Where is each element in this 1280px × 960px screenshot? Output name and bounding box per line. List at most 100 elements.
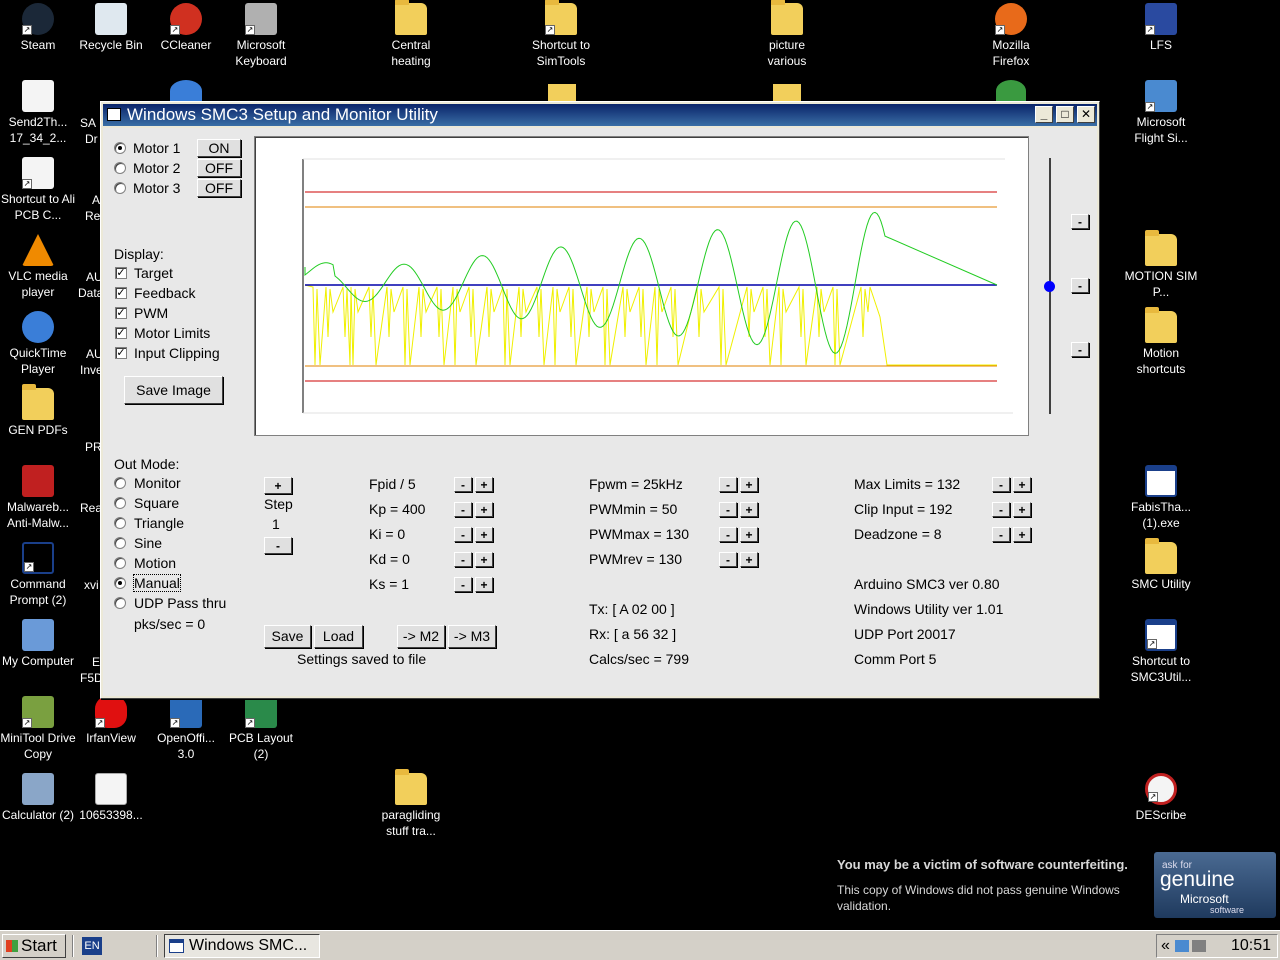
desktop-icon-paragliding[interactable]: paragliding stuff tra... bbox=[373, 769, 449, 839]
pwm-checkbox[interactable]: ✓ bbox=[115, 307, 127, 319]
input-clipping-checkbox[interactable]: ✓ bbox=[115, 347, 127, 359]
desktop-icon-ali-pcb[interactable]: ↗ Shortcut to Ali PCB C... bbox=[0, 157, 76, 223]
desktop-icon-openoffice[interactable]: ↗ OpenOffi... 3.0 bbox=[148, 696, 224, 762]
desktop-icon-command-prompt[interactable]: ↗ Command Prompt (2) bbox=[0, 542, 76, 608]
motor-2-toggle-button[interactable]: OFF bbox=[197, 159, 241, 177]
desktop-icon-firefox[interactable]: ↗ Mozilla Firefox bbox=[973, 3, 1049, 69]
desktop-icon-vlc[interactable]: VLC media player bbox=[0, 234, 76, 300]
limit-2-plus-button[interactable]: + bbox=[1013, 527, 1031, 542]
desktop-icon-picture-various[interactable]: picture various bbox=[749, 0, 825, 69]
desktop-icon-describe[interactable]: ↗ DEScribe bbox=[1123, 773, 1199, 823]
pid-3-plus-button[interactable]: + bbox=[475, 552, 493, 567]
slider-up-button[interactable]: - bbox=[1071, 214, 1089, 229]
pid-4-plus-button[interactable]: + bbox=[475, 577, 493, 592]
limit-2-minus-button[interactable]: - bbox=[992, 527, 1010, 542]
motor-1-toggle-button[interactable]: ON bbox=[197, 139, 241, 157]
out-mode-udp-pass-thru-radio[interactable] bbox=[114, 597, 126, 609]
language-indicator[interactable]: EN bbox=[82, 937, 102, 955]
step-plus-button[interactable]: + bbox=[264, 477, 292, 494]
pwm-0-plus-button[interactable]: + bbox=[740, 477, 758, 492]
network-icon[interactable] bbox=[1175, 940, 1189, 952]
pwm-0-minus-button[interactable]: - bbox=[719, 477, 737, 492]
clock[interactable]: 10:51 bbox=[1231, 935, 1271, 957]
pwm-2-plus-button[interactable]: + bbox=[740, 527, 758, 542]
desktop-icon-steam[interactable]: ↗ Steam bbox=[0, 3, 76, 53]
genuine-notice[interactable]: You may be a victim of software counterf… bbox=[828, 850, 1280, 920]
desktop-icon-ccleaner[interactable]: ↗ CCleaner bbox=[148, 3, 224, 53]
out-mode-sine-radio[interactable] bbox=[114, 537, 126, 549]
save-settings-button[interactable]: Save bbox=[264, 625, 311, 648]
desktop-icon-lfs[interactable]: ↗ LFS bbox=[1123, 3, 1199, 53]
limit-0-minus-button[interactable]: - bbox=[992, 477, 1010, 492]
pid-1-plus-button[interactable]: + bbox=[475, 502, 493, 517]
taskbar-smc3-button[interactable]: Windows SMC... bbox=[164, 934, 320, 958]
desktop-icon-flight-sim[interactable]: ↗ Microsoft Flight Si... bbox=[1123, 80, 1199, 146]
step-minus-button[interactable]: - bbox=[264, 537, 292, 554]
load-settings-button[interactable]: Load bbox=[314, 625, 363, 648]
desktop-icon-fabistha[interactable]: FabisTha... (1).exe bbox=[1123, 465, 1199, 531]
title-bar[interactable]: Windows SMC3 Setup and Monitor Utility _… bbox=[103, 104, 1097, 126]
pwm-1-plus-button[interactable]: + bbox=[740, 502, 758, 517]
pid-2-minus-button[interactable]: - bbox=[454, 527, 472, 542]
motor-1-radio[interactable] bbox=[114, 142, 126, 154]
out-mode-motion-radio[interactable] bbox=[114, 557, 126, 569]
copy-to-m3-button[interactable]: -> M3 bbox=[448, 625, 496, 648]
desktop-icon-calculator[interactable]: Calculator (2) bbox=[0, 773, 76, 823]
limit-0-plus-button[interactable]: + bbox=[1013, 477, 1031, 492]
out-mode-monitor-radio[interactable] bbox=[114, 477, 126, 489]
desktop-icon-recycle-bin[interactable]: Recycle Bin bbox=[73, 3, 149, 53]
pid-0-minus-button[interactable]: - bbox=[454, 477, 472, 492]
slider-thumb[interactable] bbox=[1044, 281, 1055, 292]
limit-1-plus-button[interactable]: + bbox=[1013, 502, 1031, 517]
pwm-3-plus-button[interactable]: + bbox=[740, 552, 758, 567]
minimize-button[interactable]: _ bbox=[1035, 106, 1053, 123]
desktop-icon-smc3util[interactable]: ↗ Shortcut to SMC3Util... bbox=[1123, 619, 1199, 685]
copy-to-m2-button[interactable]: -> M2 bbox=[397, 625, 445, 648]
feedback-label: Feedback bbox=[134, 285, 196, 301]
pwm-2-minus-button[interactable]: - bbox=[719, 527, 737, 542]
desktop-icon-motion-shortcuts[interactable]: Motion shortcuts bbox=[1123, 307, 1199, 377]
desktop-icon-gen-pdfs[interactable]: GEN PDFs bbox=[0, 384, 76, 438]
maximize-button[interactable]: □ bbox=[1056, 106, 1074, 123]
desktop-icon-simtools[interactable]: ↗ Shortcut to SimTools bbox=[523, 0, 599, 69]
desktop-icon-irfanview[interactable]: ↗ IrfanView bbox=[73, 696, 149, 746]
desktop-icon-quicktime[interactable]: QuickTime Player bbox=[0, 311, 76, 377]
pid-1-minus-button[interactable]: - bbox=[454, 502, 472, 517]
out-mode-manual-radio[interactable] bbox=[114, 577, 126, 589]
motor-2-label: Motor 2 bbox=[133, 160, 181, 176]
pid-2-plus-button[interactable]: + bbox=[475, 527, 493, 542]
desktop-icon-my-computer[interactable]: My Computer bbox=[0, 619, 76, 669]
pid-0-plus-button[interactable]: + bbox=[475, 477, 493, 492]
out-mode-triangle-radio[interactable] bbox=[114, 517, 126, 529]
volume-icon[interactable] bbox=[1192, 940, 1206, 952]
motor-3-label: Motor 3 bbox=[133, 180, 181, 196]
desktop-icon-smc-utility[interactable]: SMC Utility bbox=[1123, 538, 1199, 592]
tray-expand-chevron[interactable]: « bbox=[1161, 935, 1170, 957]
desktop-icon-pcb-layout[interactable]: ↗ PCB Layout (2) bbox=[223, 696, 299, 762]
desktop-icon-microsoft-keyboard[interactable]: ↗ Microsoft Keyboard bbox=[223, 3, 299, 69]
motor-limits-checkbox[interactable]: ✓ bbox=[115, 327, 127, 339]
start-button[interactable]: Start bbox=[2, 934, 66, 958]
desktop-icon-send2th[interactable]: Send2Th... 17_34_2... bbox=[0, 80, 76, 146]
motor-3-toggle-button[interactable]: OFF bbox=[197, 179, 241, 197]
pid-3-minus-button[interactable]: - bbox=[454, 552, 472, 567]
desktop-icon-minitool[interactable]: ↗ MiniTool Drive Copy bbox=[0, 696, 76, 762]
desktop-icon-10653398[interactable]: 10653398... bbox=[73, 773, 149, 823]
target-checkbox[interactable]: ✓ bbox=[115, 267, 127, 279]
close-button[interactable]: ✕ bbox=[1077, 106, 1095, 123]
desktop-icon-central-heating[interactable]: Central heating bbox=[373, 0, 449, 69]
save-image-button[interactable]: Save Image bbox=[124, 376, 223, 404]
pwm-1-minus-button[interactable]: - bbox=[719, 502, 737, 517]
slider-down-button[interactable]: - bbox=[1071, 342, 1089, 357]
slider-mid-button[interactable]: - bbox=[1071, 278, 1089, 293]
feedback-checkbox[interactable]: ✓ bbox=[115, 287, 127, 299]
pwm-3-minus-button[interactable]: - bbox=[719, 552, 737, 567]
desktop-icon-motion-sim[interactable]: MOTION SIM P... bbox=[1123, 230, 1199, 300]
pwm-3-label: PWMrev = 130 bbox=[589, 551, 682, 567]
motor-3-radio[interactable] bbox=[114, 182, 126, 194]
motor-2-radio[interactable] bbox=[114, 162, 126, 174]
desktop-icon-malwarebytes[interactable]: Malwareb... Anti-Malw... bbox=[0, 465, 76, 531]
limit-1-minus-button[interactable]: - bbox=[992, 502, 1010, 517]
out-mode-square-radio[interactable] bbox=[114, 497, 126, 509]
pid-4-minus-button[interactable]: - bbox=[454, 577, 472, 592]
